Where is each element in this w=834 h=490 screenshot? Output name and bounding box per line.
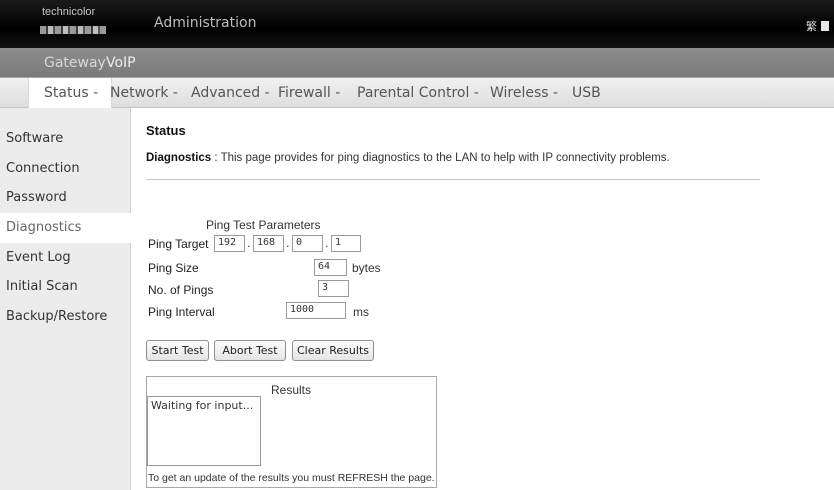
results-textarea[interactable]: Waiting for input... bbox=[147, 396, 261, 466]
sidebar-item-password[interactable]: Password bbox=[0, 183, 131, 213]
nav-gateway[interactable]: Gateway bbox=[44, 55, 106, 71]
menu-item-network[interactable]: Network - bbox=[110, 85, 178, 101]
ping-target-octet-4[interactable]: 1 bbox=[331, 235, 361, 252]
header-title: Administration bbox=[154, 15, 257, 31]
description-label: Diagnostics bbox=[146, 152, 212, 164]
nav-voip[interactable]: VoIP bbox=[106, 55, 136, 71]
ping-target-octet-1[interactable]: 192 bbox=[214, 235, 245, 252]
logo-mark bbox=[40, 26, 106, 34]
clear-results-button[interactable]: Clear Results bbox=[292, 340, 374, 361]
results-panel: Results Waiting for input... To get an u… bbox=[146, 376, 437, 488]
main-content: Status Diagnostics : This page provides … bbox=[146, 108, 834, 490]
technicolor-logo: technicolor bbox=[36, 4, 116, 40]
results-title: Results bbox=[271, 383, 312, 397]
ip-dot: . bbox=[325, 237, 329, 250]
main-menu: Status - Network - Advanced - Firewall -… bbox=[0, 78, 834, 109]
top-nav: Gateway VoIP bbox=[0, 48, 834, 78]
ping-params-title: Ping Test Parameters bbox=[206, 218, 321, 232]
logo-text: technicolor bbox=[42, 6, 96, 18]
sidebar-item-software[interactable]: Software bbox=[0, 124, 131, 154]
sidebar: Software Connection Password Diagnostics… bbox=[0, 108, 132, 490]
sidebar-item-event-log[interactable]: Event Log bbox=[0, 243, 131, 273]
ip-dot: . bbox=[247, 237, 251, 250]
sidebar-item-diagnostics[interactable]: Diagnostics bbox=[0, 213, 132, 243]
sidebar-item-connection[interactable]: Connection bbox=[0, 154, 131, 184]
ping-interval-input[interactable]: 1000 bbox=[286, 302, 346, 319]
ping-size-unit: bytes bbox=[352, 261, 381, 275]
num-pings-input[interactable]: 3 bbox=[318, 280, 349, 297]
ip-dot: . bbox=[286, 237, 290, 250]
ping-interval-unit: ms bbox=[353, 305, 369, 319]
page-title: Status bbox=[146, 123, 186, 138]
menu-item-usb[interactable]: USB bbox=[572, 85, 601, 101]
ping-target-octet-3[interactable]: 0 bbox=[292, 235, 323, 252]
menu-item-status[interactable]: Status - bbox=[44, 85, 98, 101]
menu-item-parental-control[interactable]: Parental Control - bbox=[357, 85, 479, 101]
menu-item-firewall[interactable]: Firewall - bbox=[278, 85, 340, 101]
top-header: technicolor Administration 繁 bbox=[0, 0, 834, 48]
divider bbox=[146, 179, 760, 180]
description-text: : This page provides for ping diagnostic… bbox=[214, 152, 670, 164]
results-note: To get an update of the results you must… bbox=[148, 472, 435, 484]
menu-item-wireless[interactable]: Wireless - bbox=[490, 85, 558, 101]
ping-size-label: Ping Size bbox=[148, 261, 199, 275]
ping-size-input[interactable]: 64 bbox=[314, 259, 347, 276]
language-icon[interactable]: 繁 bbox=[806, 18, 829, 34]
ping-interval-label: Ping Interval bbox=[148, 305, 215, 319]
ping-target-octet-2[interactable]: 168 bbox=[253, 235, 284, 252]
page-description: Diagnostics : This page provides for pin… bbox=[146, 152, 670, 164]
sidebar-item-backup-restore[interactable]: Backup/Restore bbox=[0, 302, 131, 332]
ping-target-label: Ping Target bbox=[148, 237, 209, 251]
sidebar-item-initial-scan[interactable]: Initial Scan bbox=[0, 272, 131, 302]
abort-test-button[interactable]: Abort Test bbox=[214, 340, 286, 361]
menu-item-advanced[interactable]: Advanced - bbox=[191, 85, 270, 101]
num-pings-label: No. of Pings bbox=[148, 283, 214, 297]
start-test-button[interactable]: Start Test bbox=[146, 340, 209, 361]
